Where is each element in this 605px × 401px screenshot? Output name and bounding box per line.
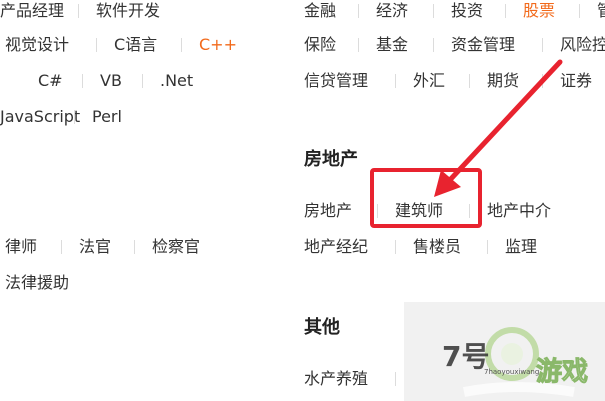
annotation-arrow [434,59,563,197]
